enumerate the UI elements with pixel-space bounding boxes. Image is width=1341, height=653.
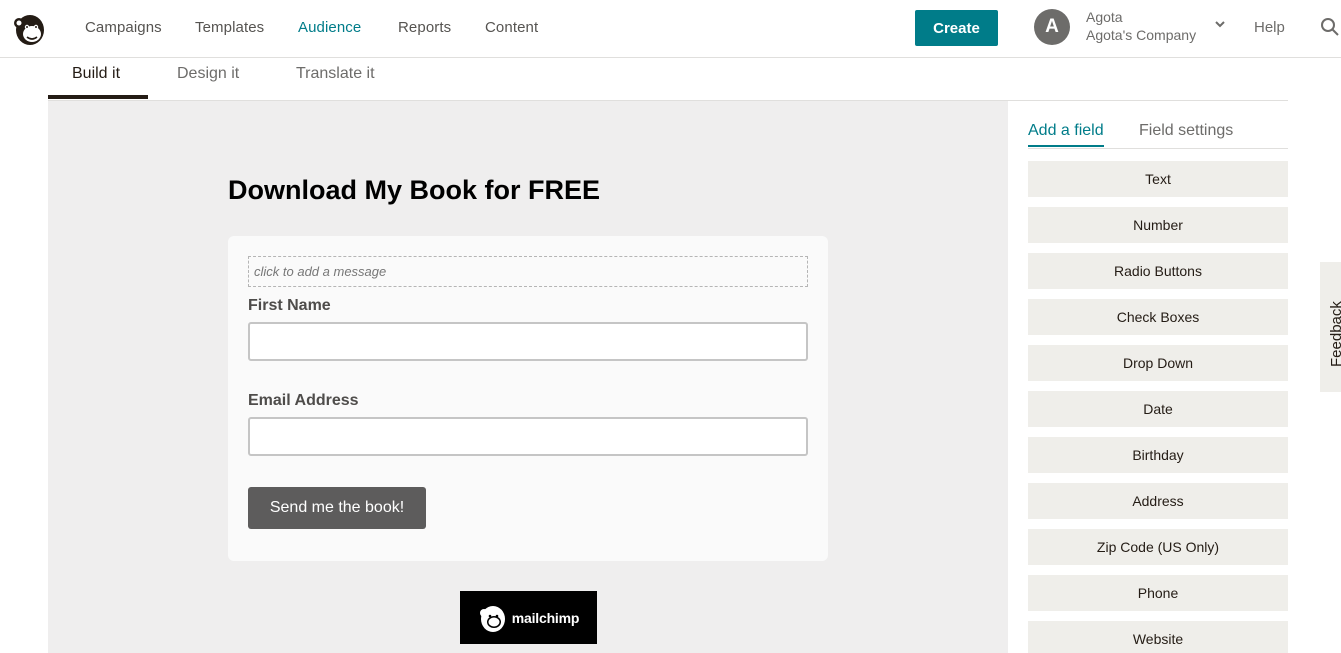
search-icon[interactable] xyxy=(1320,17,1340,37)
email-field[interactable] xyxy=(248,417,808,456)
nav-audience[interactable]: Audience xyxy=(298,19,361,36)
tab-add-a-field[interactable]: Add a field xyxy=(1028,122,1104,147)
first-name-field[interactable] xyxy=(248,322,808,361)
first-name-label[interactable]: First Name xyxy=(248,297,331,315)
add-phone-field-button[interactable]: Phone xyxy=(1028,575,1288,611)
account-company[interactable]: Agota's Company xyxy=(1086,27,1196,43)
feedback-tab[interactable]: Feedback xyxy=(1320,262,1341,392)
account-name[interactable]: Agota xyxy=(1086,9,1123,25)
mailchimp-logo-icon[interactable] xyxy=(10,9,50,49)
add-text-field-button[interactable]: Text xyxy=(1028,161,1288,197)
feedback-label: Feedback xyxy=(1328,301,1341,367)
nav-campaigns[interactable]: Campaigns xyxy=(85,19,162,36)
help-link[interactable]: Help xyxy=(1254,19,1285,36)
nav-content[interactable]: Content xyxy=(485,19,538,36)
add-address-field-button[interactable]: Address xyxy=(1028,483,1288,519)
badge-text: mailchimp xyxy=(511,609,580,626)
tab-field-settings[interactable]: Field settings xyxy=(1139,122,1233,144)
add-birthday-field-button[interactable]: Birthday xyxy=(1028,437,1288,473)
nav-reports[interactable]: Reports xyxy=(398,19,451,36)
tab-translate-it[interactable]: Translate it xyxy=(296,65,375,101)
submit-button[interactable]: Send me the book! xyxy=(248,487,426,529)
mailchimp-badge[interactable]: mailchimp xyxy=(460,591,597,644)
nav-templates[interactable]: Templates xyxy=(195,19,264,36)
sidebar-tabs: Add a field Field settings xyxy=(1028,101,1288,149)
add-date-field-button[interactable]: Date xyxy=(1028,391,1288,427)
form-title[interactable]: Download My Book for FREE xyxy=(228,175,600,206)
add-zip-code-field-button[interactable]: Zip Code (US Only) xyxy=(1028,529,1288,565)
avatar[interactable]: A xyxy=(1034,9,1070,45)
add-radio-buttons-field-button[interactable]: Radio Buttons xyxy=(1028,253,1288,289)
email-address-label[interactable]: Email Address xyxy=(248,392,359,410)
active-tab-indicator xyxy=(48,95,148,99)
field-type-list: Text Number Radio Buttons Check Boxes Dr… xyxy=(1028,161,1288,653)
builder-tabs: Build it Design it Translate it xyxy=(48,58,1288,101)
create-button[interactable]: Create xyxy=(915,10,998,46)
add-number-field-button[interactable]: Number xyxy=(1028,207,1288,243)
add-check-boxes-field-button[interactable]: Check Boxes xyxy=(1028,299,1288,335)
tab-design-it[interactable]: Design it xyxy=(177,65,239,101)
top-navigation: Campaigns Templates Audience Reports Con… xyxy=(0,0,1341,58)
freddie-icon xyxy=(479,605,505,632)
add-message-placeholder[interactable]: click to add a message xyxy=(248,256,808,287)
form-canvas: Download My Book for FREE click to add a… xyxy=(48,101,1008,653)
form-card: click to add a message First Name Email … xyxy=(228,236,828,561)
add-drop-down-field-button[interactable]: Drop Down xyxy=(1028,345,1288,381)
chevron-down-icon[interactable] xyxy=(1213,17,1227,31)
add-website-field-button[interactable]: Website xyxy=(1028,621,1288,653)
